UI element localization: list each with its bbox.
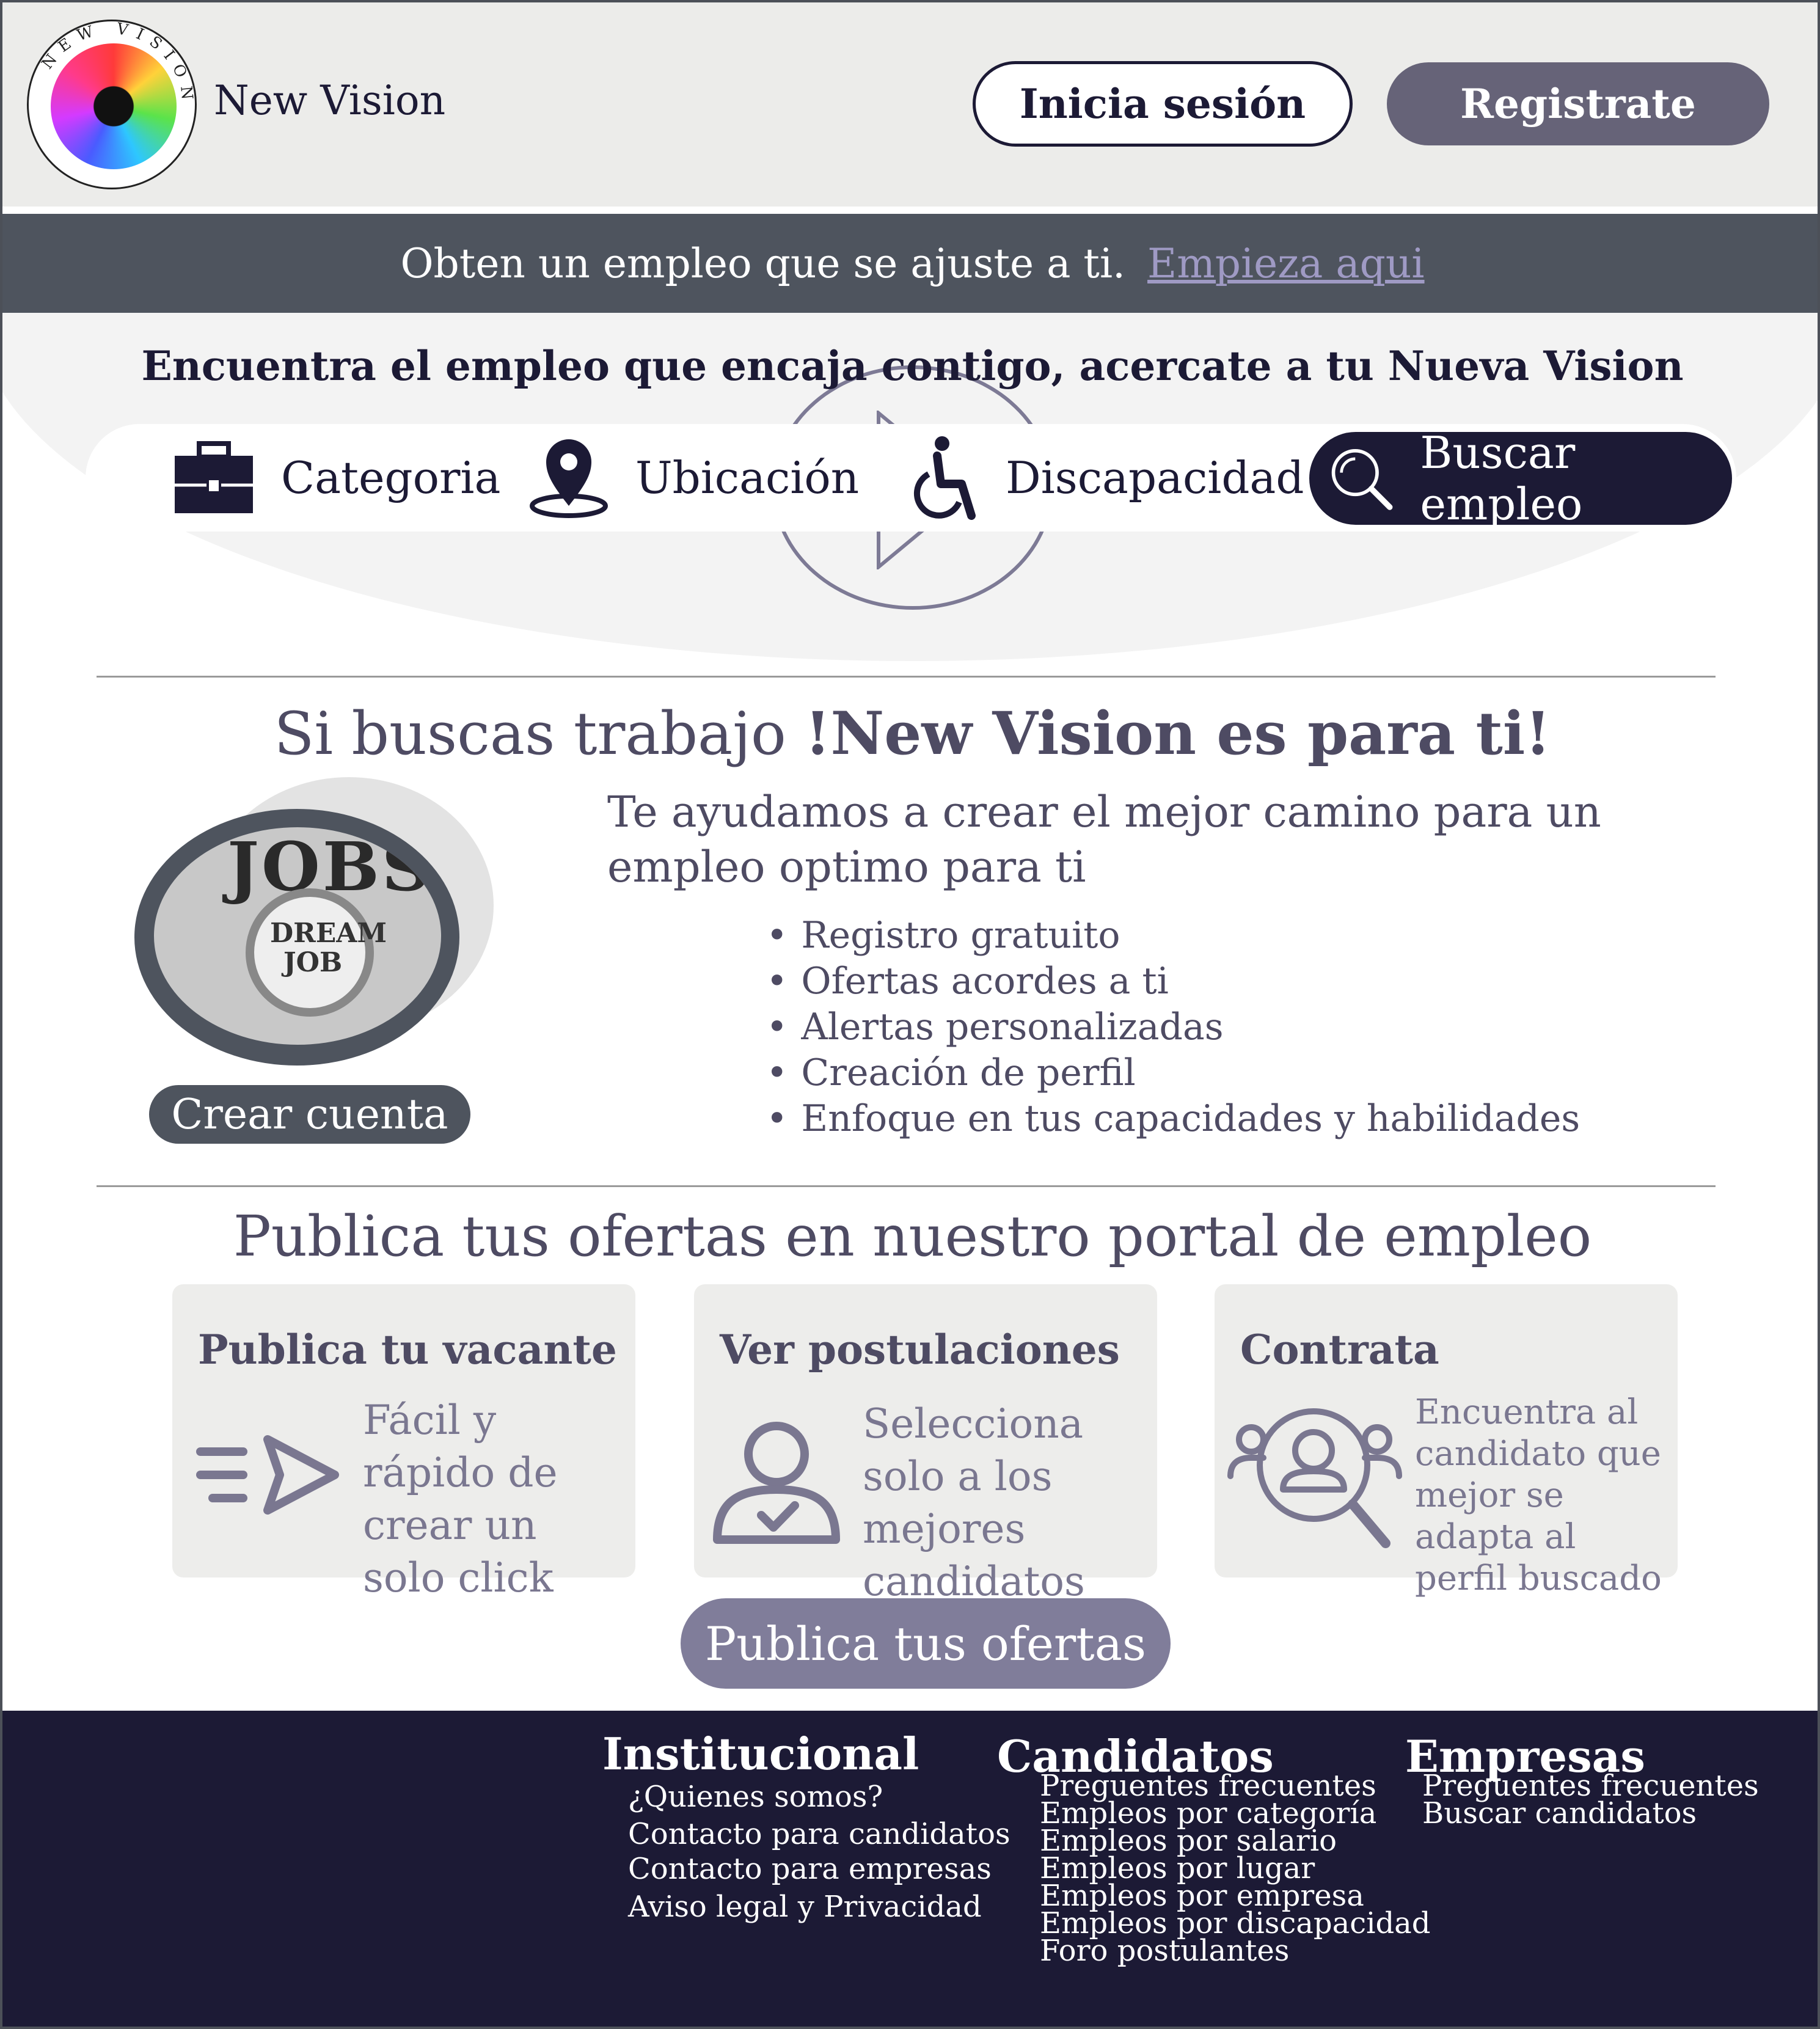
footer-link[interactable]: Foro postulantes	[1040, 1936, 1431, 1965]
banner-text: Obten un empleo que se ajuste a ti.	[400, 239, 1126, 287]
footer-link[interactable]: Contacto para candidatos	[628, 1816, 1011, 1852]
footer-heading: Institucional	[602, 1728, 919, 1780]
svg-text:NEW VISION: NEW VISION	[38, 21, 195, 109]
footer-column-companies: Empresas Preguentes frecuentes Buscar ca…	[1405, 1730, 1759, 1828]
search-jobs-button[interactable]: Buscar empleo	[1306, 427, 1735, 530]
register-button[interactable]: Registrate	[1387, 62, 1769, 145]
card-publish-vacancy[interactable]: Publica tu vacante Fácil y rápido de cre…	[172, 1284, 635, 1601]
footer-column-institutional: Institucional ¿Quienes somos? Contacto p…	[602, 1728, 1011, 1928]
login-button[interactable]: Inicia sesión	[973, 61, 1353, 147]
divider	[97, 676, 1716, 678]
title-bold: !New Vision es para ti!	[805, 699, 1551, 768]
benefits-list: Registro gratuito Ofertas acordes a ti A…	[766, 913, 1580, 1142]
list-item: Enfoque en tus capacidades y habilidades	[766, 1096, 1580, 1142]
create-account-button[interactable]: Crear cuenta	[149, 1085, 470, 1144]
card-view-applications[interactable]: Ver postulaciones Selecciona solo a los …	[694, 1284, 1157, 1605]
card-text: Selecciona solo a los mejores candidatos	[863, 1400, 1085, 1605]
banner-link[interactable]: Empieza aqui	[1147, 240, 1425, 287]
search-button-label: Buscar empleo	[1420, 427, 1583, 530]
list-item: Creación de perfil	[766, 1050, 1580, 1096]
location-pin-icon	[530, 439, 608, 518]
footer: Institucional ¿Quienes somos? Contacto p…	[2, 1711, 1818, 2027]
location-label: Ubicación	[635, 452, 860, 503]
card-title: Publica tu vacante	[198, 1326, 617, 1373]
list-item: Ofertas acordes a ti	[766, 959, 1580, 1004]
card-title: Ver postulaciones	[720, 1326, 1120, 1373]
logo[interactable]: NEW VISION	[27, 20, 197, 189]
user-check-icon	[713, 1422, 840, 1544]
logo-ring-text: NEW VISION	[38, 21, 195, 109]
footer-link[interactable]: Buscar candidatos	[1422, 1799, 1759, 1828]
footer-link[interactable]: ¿Quienes somos?	[628, 1777, 1011, 1816]
send-icon	[196, 1435, 339, 1515]
card-text: Fácil y rápido de crear un solo click	[363, 1397, 558, 1601]
dream-job-image: JOBS DREAM JOB	[154, 827, 441, 1045]
dream-job-text: DREAM JOB	[270, 918, 387, 978]
seekers-description: Te ayudamos a crear el mejor camino para…	[607, 787, 1601, 892]
search-icon	[1331, 449, 1393, 510]
people-search-icon	[1227, 1408, 1402, 1548]
footer-link[interactable]: Aviso legal y Privacidad	[628, 1886, 1011, 1928]
list-item: Registro gratuito	[766, 913, 1580, 959]
title-plain: Si buscas trabajo	[274, 700, 805, 768]
footer-link[interactable]: Contacto para empresas	[628, 1852, 1011, 1886]
hero-title: Encuentra el empleo que encaja contigo, …	[141, 342, 1684, 390]
publish-offers-button[interactable]: Publica tus ofertas	[681, 1598, 1171, 1689]
footer-column-candidates: Candidatos Preguentes frecuentes Empleos…	[997, 1730, 1431, 1965]
disability-filter[interactable]: Discapacidad	[910, 424, 1304, 532]
list-item: Alertas personalizadas	[766, 1004, 1580, 1050]
card-hire[interactable]: Contrata Encuentra al candidato que mejo…	[1215, 1284, 1678, 1598]
brand-name: New Vision	[214, 77, 446, 124]
briefcase-icon	[175, 441, 253, 513]
divider	[97, 1185, 1716, 1187]
location-filter[interactable]: Ubicación	[529, 424, 859, 532]
card-text: Encuentra al candidato que mejor se adap…	[1415, 1392, 1662, 1598]
disability-label: Discapacidad	[1006, 452, 1304, 503]
card-title: Contrata	[1240, 1326, 1439, 1373]
section-title-employers: Publica tus ofertas en nuestro portal de…	[233, 1204, 1592, 1269]
wheelchair-icon	[913, 436, 976, 520]
category-filter[interactable]: Categoria	[174, 424, 500, 532]
page: NEW VISION New Vision Inicia sesión Regi…	[0, 0, 1820, 2029]
category-label: Categoria	[281, 452, 501, 503]
promo-banner: Obten un empleo que se ajuste a ti. Empi…	[2, 214, 1818, 313]
section-title-seekers: Si buscas trabajo !New Vision es para ti…	[2, 699, 1818, 768]
